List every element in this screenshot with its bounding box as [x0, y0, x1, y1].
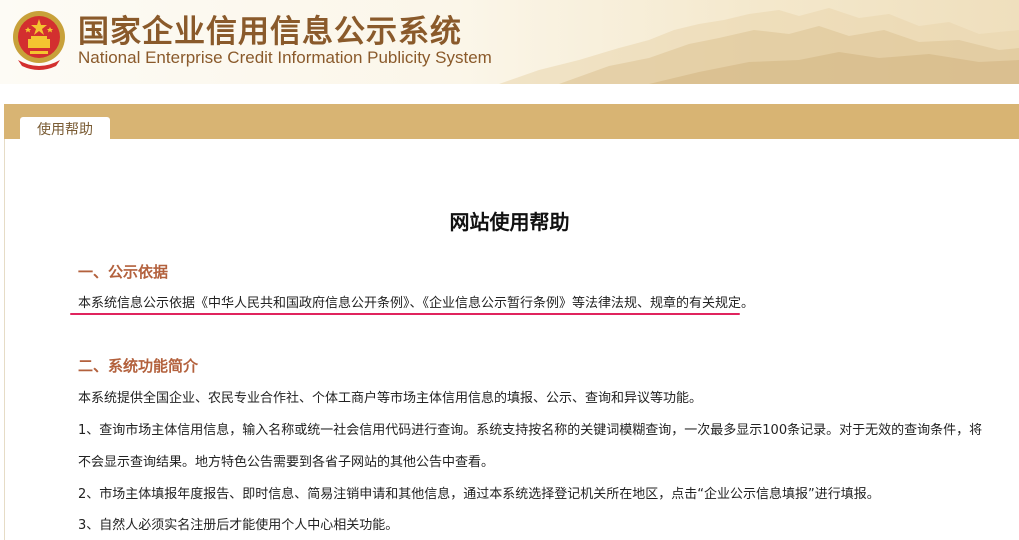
national-emblem-icon	[13, 11, 65, 70]
features-item-3: 3、自然人必须实名注册后才能使用个人中心相关功能。	[78, 518, 399, 533]
features-item-2: 2、市场主体填报年度报告、即时信息、简易注销申请和其他信息，通过本系统选择登记机…	[78, 487, 880, 502]
content-frame	[4, 139, 1019, 540]
highlight-underline	[70, 313, 740, 315]
features-intro: 本系统提供全国企业、农民专业合作社、个体工商户等市场主体信用信息的填报、公示、查…	[78, 391, 703, 406]
page-title: 网站使用帮助	[449, 210, 570, 234]
site-title-en: National Enterprise Credit Information P…	[78, 48, 492, 67]
tab-bar	[4, 104, 1019, 139]
basis-paragraph: 本系统信息公示依据《中华人民共和国政府信息公开条例》、《企业信息公示暂行条例》等…	[78, 296, 755, 311]
tab-help[interactable]: 使用帮助	[20, 117, 110, 141]
section-heading-basis: 一、公示依据	[78, 263, 169, 281]
features-item-1-cont: 不会显示查询结果。地方特色公告需要到各省子网站的其他公告中查看。	[78, 455, 495, 470]
features-item-1: 1、查询市场主体信用信息，输入名称或统一社会信用代码进行查询。系统支持按名称的关…	[78, 423, 983, 438]
site-header: 国家企业信用信息公示系统 National Enterprise Credit …	[0, 0, 1019, 84]
mountain-landscape-banner	[499, 8, 1019, 84]
site-title-cn: 国家企业信用信息公示系统	[78, 14, 462, 50]
section-heading-features: 二、系统功能简介	[78, 357, 199, 375]
